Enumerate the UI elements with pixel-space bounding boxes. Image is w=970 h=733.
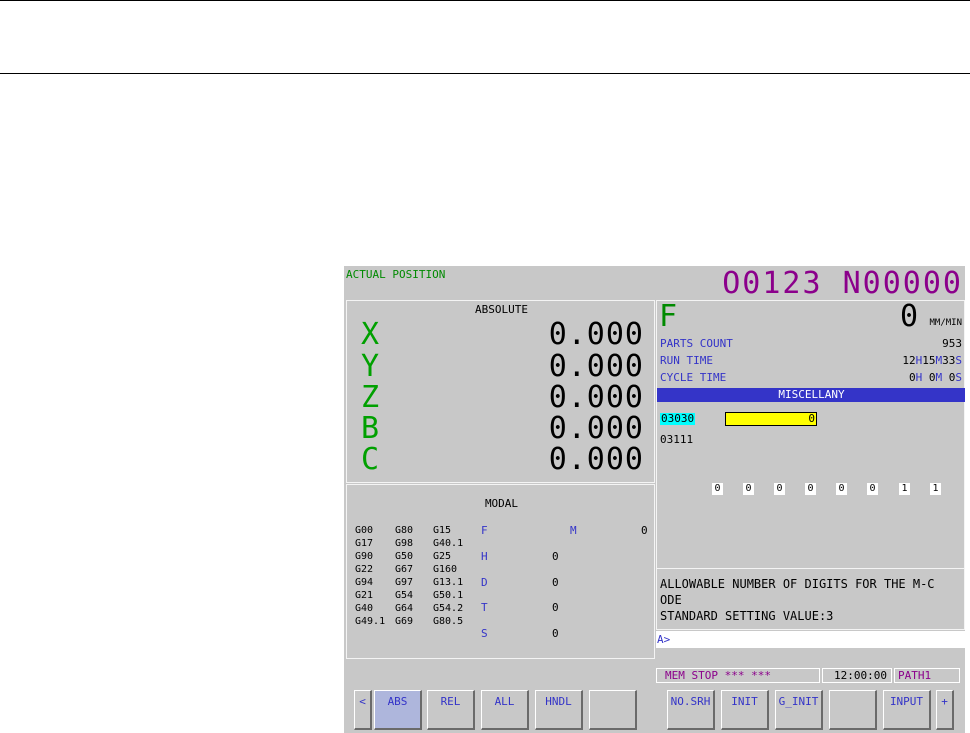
top-rule (0, 0, 970, 1)
modal-d-label: D (481, 576, 488, 589)
cnc-screen: ACTUAL POSITION O0123 N00000 ABSOLUTE X … (344, 266, 965, 733)
softkey-hndl[interactable]: HNDL (535, 690, 583, 730)
softkey-prev[interactable]: < (354, 690, 372, 730)
axis-y-value: 0.000 (548, 349, 644, 384)
feed-value: 0 (899, 299, 918, 334)
parts-count-label: PARTS COUNT (660, 337, 733, 350)
axis-x-value: 0.000 (548, 317, 644, 352)
axis-c-label: C (361, 442, 380, 477)
softkey-blank-1[interactable] (589, 690, 637, 730)
bit-0[interactable]: 1 (930, 483, 941, 495)
right-panel: F 0 MM/MIN PARTS COUNT 953 RUN TIME 12H1… (656, 300, 965, 630)
softkey-blank-2[interactable] (829, 690, 877, 730)
softkey-rel[interactable]: REL (427, 690, 475, 730)
softkey-g-init[interactable]: G_INIT (775, 690, 823, 730)
modal-m-label: M (570, 524, 577, 537)
bit-6[interactable]: 0 (743, 483, 754, 495)
softkey-init[interactable]: INIT (721, 690, 769, 730)
header-rule (0, 73, 970, 74)
absolute-heading: ABSOLUTE (475, 303, 528, 316)
cycle-time-value: 0H 0M 0S (909, 371, 962, 384)
modal-h-value: 0 (552, 550, 559, 563)
param-03030-input[interactable]: 0 (725, 412, 817, 426)
key-input-line[interactable]: A> (656, 631, 965, 648)
bit-3[interactable]: 0 (836, 483, 847, 495)
parts-count-value: 953 (942, 337, 962, 350)
absolute-panel: ABSOLUTE X 0.000 Y 0.000 Z 0.000 B 0.000… (346, 300, 655, 483)
axis-c-value: 0.000 (548, 442, 644, 477)
run-time-value: 12H15M33S (902, 354, 962, 367)
feed-unit: MM/MIN (929, 318, 962, 328)
bit-1[interactable]: 1 (899, 483, 910, 495)
description-divider (657, 568, 965, 569)
screen-title: ACTUAL POSITION (346, 268, 446, 281)
softkey-abs[interactable]: ABS (374, 690, 422, 730)
miscellany-header: MISCELLANY (657, 388, 965, 402)
modal-g-column-2: G80 G98 G50 G67 G97 G54 G64 G69 (395, 525, 414, 627)
bit-5[interactable]: 0 (774, 483, 785, 495)
softkey-next[interactable]: + (936, 690, 954, 730)
modal-t-value: 0 (552, 601, 559, 614)
status-clock: 12:00:00 (822, 668, 892, 683)
modal-m-value: 0 (641, 524, 648, 537)
modal-s-label: S (481, 627, 488, 640)
bit-4[interactable]: 0 (805, 483, 816, 495)
modal-g-column-1: G00 G17 G90 G22 G94 G21 G40 G49.1 (355, 525, 386, 627)
softkey-input[interactable]: INPUT (883, 690, 931, 730)
modal-d-value: 0 (552, 576, 559, 589)
param-03030-id[interactable]: 03030 (660, 413, 696, 425)
axis-y-label: Y (361, 349, 380, 384)
axis-z-value: 0.000 (548, 380, 644, 415)
axis-z-label: Z (361, 380, 380, 415)
modal-heading: MODAL (484, 497, 519, 510)
status-mode: MEM STOP *** *** (656, 668, 820, 683)
parameter-description: ALLOWABLE NUMBER OF DIGITS FOR THE M-C O… (660, 577, 935, 623)
status-path: PATH1 (894, 668, 960, 683)
program-number: O0123 N00000 (722, 266, 963, 301)
bit-2[interactable]: 0 (867, 483, 878, 495)
softkey-no-srh[interactable]: NO.SRH (667, 690, 715, 730)
modal-panel: MODAL G00 G17 G90 G22 G94 G21 G40 G49.1 G80 G98… (346, 484, 655, 659)
modal-h-label: H (481, 550, 488, 563)
softkey-all[interactable]: ALL (481, 690, 529, 730)
feed-label: F (659, 299, 678, 334)
modal-f-label: F (481, 524, 488, 537)
bit-7[interactable]: 0 (712, 483, 723, 495)
axis-b-label: B (361, 411, 380, 446)
axis-x-label: X (361, 317, 380, 352)
run-time-label: RUN TIME (660, 354, 713, 367)
cycle-time-label: CYCLE TIME (660, 371, 727, 384)
param-03111-id[interactable]: 03111 (660, 434, 693, 446)
modal-s-value: 0 (552, 627, 559, 640)
modal-t-label: T (481, 601, 488, 614)
modal-g-column-3: G15 G40.1 G25 G160 G13.1 G50.1 G54.2 G80.5 (433, 525, 464, 627)
axis-b-value: 0.000 (548, 411, 644, 446)
